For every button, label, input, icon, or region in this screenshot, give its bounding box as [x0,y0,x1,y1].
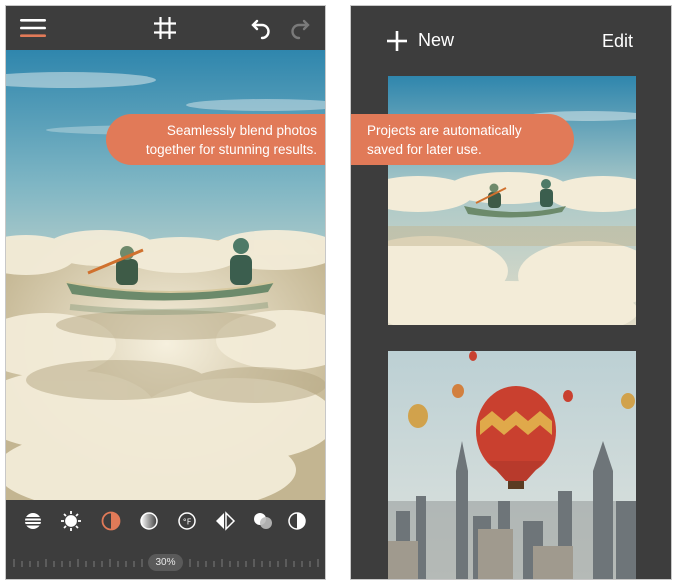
undo-icon[interactable] [248,18,272,40]
editor-toolbar [6,6,325,50]
slider-value-badge[interactable]: 30% [148,554,183,571]
contrast-icon[interactable] [286,510,308,532]
gradient-icon[interactable] [138,510,160,532]
projects-header: New Edit [351,6,671,76]
callout-line-2: together for stunning results. [145,142,317,157]
edit-button[interactable]: Edit [602,31,633,52]
svg-text:°F: °F [183,518,192,527]
adjustment-toolbar: °F [6,500,325,544]
menu-icon[interactable] [18,17,48,39]
editor-screen: Seamlessly blend photos together for stu… [5,5,326,580]
temperature-icon[interactable]: °F [176,510,198,532]
callout-line-1: Seamlessly blend photos [166,123,317,138]
callout-line-1: Projects are automatically [367,123,522,138]
feature-callout: Projects are automatically saved for lat… [351,114,574,165]
feature-callout: Seamlessly blend photos together for stu… [106,114,325,165]
blend-icon[interactable] [252,510,274,532]
project-thumbnail-balloons[interactable] [388,351,636,579]
layers-icon[interactable] [22,510,44,532]
projects-screen: New Edit Projects are automatically save… [350,5,672,580]
new-button-label: New [418,30,455,50]
brightness-icon[interactable] [60,510,82,532]
exposure-icon[interactable] [100,510,122,532]
adjustment-slider[interactable]: 30% [6,544,325,579]
flip-icon[interactable] [214,510,236,532]
callout-line-2: saved for later use. [367,142,482,157]
redo-icon[interactable] [289,18,313,40]
grid-icon[interactable] [152,15,178,41]
new-project-button[interactable]: New [387,30,454,51]
plus-icon [387,30,407,51]
